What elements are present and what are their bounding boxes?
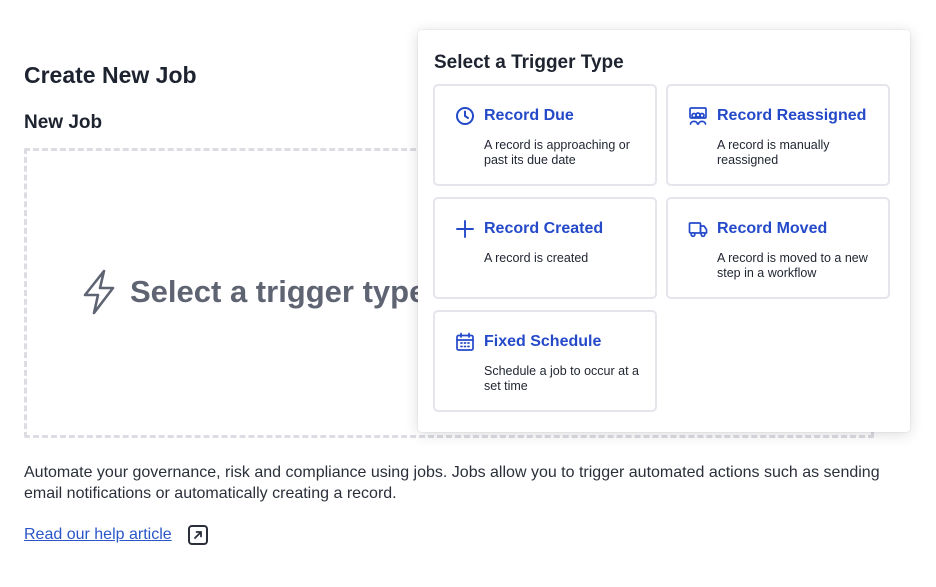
- trigger-option-description: A record is moved to a new step in a wor…: [717, 251, 868, 280]
- trigger-option-description: A record is created: [484, 251, 589, 265]
- trigger-type-popover: Select a Trigger Type Record Due A recor…: [418, 30, 910, 432]
- help-link-label[interactable]: Read our help article: [24, 526, 172, 544]
- trigger-option-record-due[interactable]: Record Due A record is approaching or pa…: [433, 84, 657, 186]
- trigger-option-fixed-schedule[interactable]: Fixed Schedule Schedule a job to occur a…: [433, 310, 657, 412]
- external-link-icon[interactable]: [187, 525, 208, 545]
- trigger-option-description: A record is manually reassigned: [717, 138, 830, 167]
- truck-icon: [688, 222, 708, 238]
- trigger-prompt[interactable]: Select a trigger type: [80, 268, 426, 316]
- trigger-prompt-label: Select a trigger type: [130, 274, 427, 309]
- trigger-option-label: Record Moved: [717, 220, 828, 237]
- lightning-icon: [83, 269, 115, 315]
- page-title: Create New Job: [24, 62, 197, 88]
- clock-icon: [456, 107, 474, 125]
- trigger-option-label: Record Due: [484, 107, 574, 124]
- plus-icon: [456, 220, 474, 238]
- help-link[interactable]: Read our help article: [24, 525, 208, 545]
- trigger-option-description: A record is approaching or past its due …: [484, 138, 630, 167]
- users-presentation-icon: [689, 107, 707, 125]
- section-title: New Job: [24, 112, 103, 133]
- trigger-option-label: Record Created: [484, 220, 604, 237]
- page-description: Automate your governance, risk and compl…: [24, 464, 880, 502]
- trigger-option-record-created[interactable]: Record Created A record is created: [433, 197, 657, 299]
- popover-title: Select a Trigger Type: [434, 52, 624, 73]
- trigger-option-label: Record Reassigned: [717, 107, 867, 124]
- trigger-option-record-moved[interactable]: Record Moved A record is moved to a new …: [666, 197, 890, 299]
- trigger-option-description: Schedule a job to occur at a set time: [484, 364, 639, 393]
- trigger-option-label: Fixed Schedule: [484, 333, 602, 350]
- page: Create New Job New Job Select a trigger …: [0, 0, 936, 587]
- calendar-icon: [456, 332, 474, 351]
- trigger-option-record-reassigned[interactable]: Record Reassigned A record is manually r…: [666, 84, 890, 186]
